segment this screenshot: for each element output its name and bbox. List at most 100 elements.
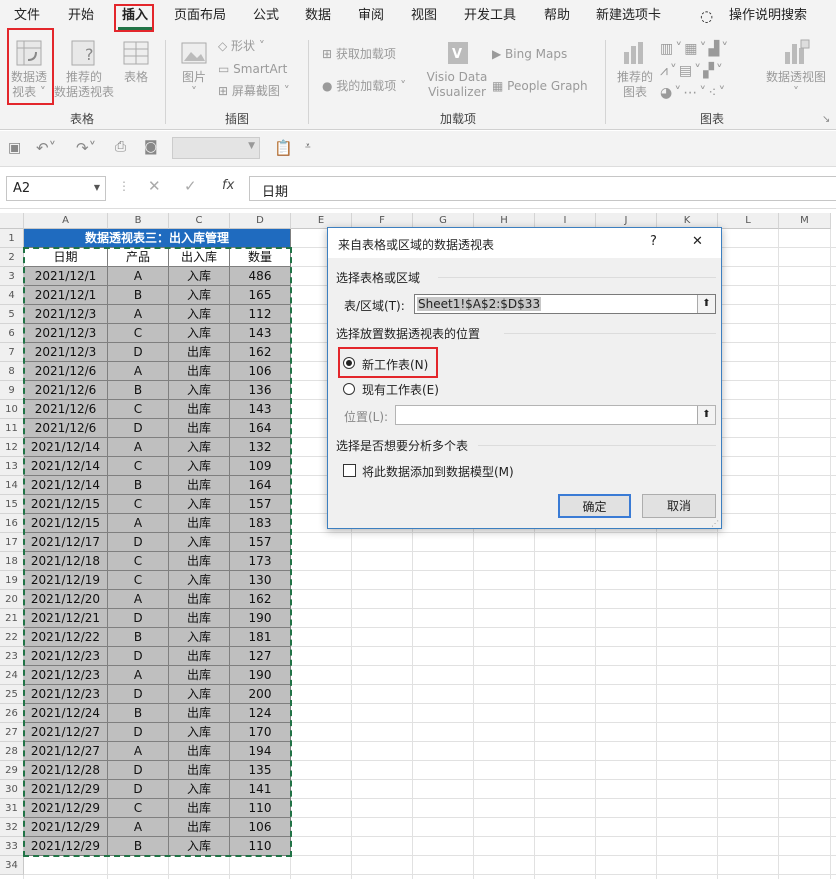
ok-button[interactable]: 确定	[558, 494, 631, 518]
row-header[interactable]: 21	[0, 609, 24, 628]
collapse-dialog-icon[interactable]: ⬆	[697, 295, 715, 313]
dialog-launcher-icon[interactable]: ↘	[822, 114, 830, 125]
menu-home[interactable]: 开始	[68, 0, 94, 32]
cancel-icon[interactable]: ✕	[148, 177, 161, 195]
row-header[interactable]: 5	[0, 305, 24, 324]
line-chart-icon: ⩘˅	[660, 63, 679, 79]
existing-worksheet-label[interactable]: 现有工作表(E)	[362, 381, 439, 398]
row-header[interactable]: 29	[0, 761, 24, 780]
row-header[interactable]: 10	[0, 400, 24, 419]
row-header[interactable]: 19	[0, 571, 24, 590]
save-icon[interactable]: ▣	[8, 140, 21, 156]
row-header[interactable]: 12	[0, 438, 24, 457]
name-box[interactable]: A2 ▼	[6, 176, 106, 201]
row-header[interactable]: 20	[0, 590, 24, 609]
row-header[interactable]: 16	[0, 514, 24, 533]
recommended-charts-button[interactable]: 推荐的 图表	[612, 38, 658, 100]
row-header[interactable]: 17	[0, 533, 24, 552]
print-preview-icon[interactable]: ⎙	[115, 139, 126, 155]
formula-input[interactable]: 日期	[249, 176, 836, 201]
insert-function-icon[interactable]: fx	[222, 178, 234, 193]
row-header[interactable]: 7	[0, 343, 24, 362]
row-header[interactable]: 25	[0, 685, 24, 704]
menu-new-tab[interactable]: 新建选项卡	[596, 0, 661, 32]
row-header[interactable]: 9	[0, 381, 24, 400]
row-header[interactable]: 1	[0, 229, 24, 248]
row-header[interactable]: 6	[0, 324, 24, 343]
menu-page-layout[interactable]: 页面布局	[174, 0, 226, 32]
row-header[interactable]: 28	[0, 742, 24, 761]
range-input[interactable]: Sheet1!$A$2:$D$33 ⬆	[414, 294, 716, 314]
table-button[interactable]: 表格	[118, 38, 154, 85]
row-header[interactable]: 24	[0, 666, 24, 685]
recommended-pivot-icon: ?	[71, 40, 95, 66]
row-header[interactable]: 3	[0, 267, 24, 286]
location-input[interactable]: ⬆	[395, 405, 716, 425]
column-header-M[interactable]: M	[779, 213, 831, 229]
data-model-checkbox[interactable]	[343, 464, 356, 477]
menu-developer[interactable]: 开发工具	[464, 0, 516, 32]
pivot-chart-button[interactable]: 数据透视图 ˅	[762, 38, 830, 100]
redo-icon[interactable]: ↷˅	[76, 139, 96, 157]
undo-icon[interactable]: ↶˅	[36, 139, 56, 157]
tell-me-search[interactable]: 操作说明搜索	[729, 0, 807, 32]
visio-button[interactable]: V Visio Data Visualizer	[424, 38, 490, 100]
row-header[interactable]: 8	[0, 362, 24, 381]
row-header[interactable]: 15	[0, 495, 24, 514]
help-icon[interactable]: ?	[650, 234, 657, 249]
row-header[interactable]: 18	[0, 552, 24, 571]
row-header[interactable]: 23	[0, 647, 24, 666]
row-header[interactable]: 30	[0, 780, 24, 799]
row-header[interactable]: 26	[0, 704, 24, 723]
row-header[interactable]: 4	[0, 286, 24, 305]
shapes-button[interactable]: ◇ 形状 ˅	[218, 38, 265, 54]
data-model-label[interactable]: 将此数据添加到数据模型(M)	[362, 463, 514, 480]
paste-icon[interactable]: 📋	[274, 139, 293, 157]
row-header[interactable]: 11	[0, 419, 24, 438]
existing-worksheet-radio[interactable]	[343, 383, 355, 395]
table-title[interactable]: 数据透视表三：出入库管理	[24, 229, 291, 248]
row-header[interactable]: 34	[0, 856, 24, 875]
row-header[interactable]: 13	[0, 457, 24, 476]
stat-chart-icon: ▤˅	[678, 63, 704, 79]
cancel-button[interactable]: 取消	[642, 494, 716, 518]
picture-icon	[181, 42, 207, 64]
column-header-A[interactable]: A	[24, 213, 108, 229]
resize-grip-icon[interactable]: ⋰	[711, 519, 719, 528]
menu-data[interactable]: 数据	[305, 0, 331, 32]
row-header[interactable]: 22	[0, 628, 24, 647]
people-graph-button[interactable]: ▦ People Graph	[492, 78, 588, 94]
chart-types-gallery[interactable]: ▥˅▦˅▟˅ ⩘˅▤˅▞˅ ◕˅⋯˅⁖˅	[660, 38, 730, 104]
font-combo[interactable]: ▼	[172, 137, 260, 159]
picture-button[interactable]: 图片 ˅	[176, 38, 212, 100]
column-header-B[interactable]: B	[108, 213, 169, 229]
collapse-dialog-icon[interactable]: ⬆	[697, 406, 715, 424]
row-header[interactable]: 33	[0, 837, 24, 856]
ribbon-separator	[605, 40, 606, 124]
recommended-pivot-button[interactable]: ? 推荐的 数据透视表	[54, 38, 114, 100]
customize-qat-icon[interactable]: ⩡	[305, 141, 311, 152]
smartart-button[interactable]: ▭ SmartArt	[218, 61, 287, 77]
select-all-corner[interactable]	[0, 213, 24, 229]
menu-help[interactable]: 帮助	[544, 0, 570, 32]
menu-review[interactable]: 审阅	[358, 0, 384, 32]
row-header[interactable]: 31	[0, 799, 24, 818]
column-header-L[interactable]: L	[718, 213, 779, 229]
bing-maps-button[interactable]: ▶ Bing Maps	[492, 46, 567, 62]
camera-icon[interactable]: ◙	[144, 139, 158, 155]
menu-formulas[interactable]: 公式	[253, 0, 279, 32]
row-header[interactable]: 14	[0, 476, 24, 495]
enter-icon[interactable]: ✓	[184, 177, 197, 195]
formula-bar-splitter[interactable]: ⋮	[118, 179, 130, 193]
row-header[interactable]: 32	[0, 818, 24, 837]
close-icon[interactable]: ✕	[692, 234, 703, 249]
my-addins-button[interactable]: ● 我的加载项 ˅	[322, 78, 406, 94]
column-header-C[interactable]: C	[169, 213, 230, 229]
row-header[interactable]: 27	[0, 723, 24, 742]
ribbon-separator	[165, 40, 166, 124]
screenshot-button[interactable]: ⊞ 屏幕截图 ˅	[218, 83, 290, 99]
row-header[interactable]: 2	[0, 248, 24, 267]
get-addins-button[interactable]: ⊞ 获取加载项	[322, 46, 396, 62]
menu-view[interactable]: 视图	[411, 0, 437, 32]
column-header-D[interactable]: D	[230, 213, 291, 229]
